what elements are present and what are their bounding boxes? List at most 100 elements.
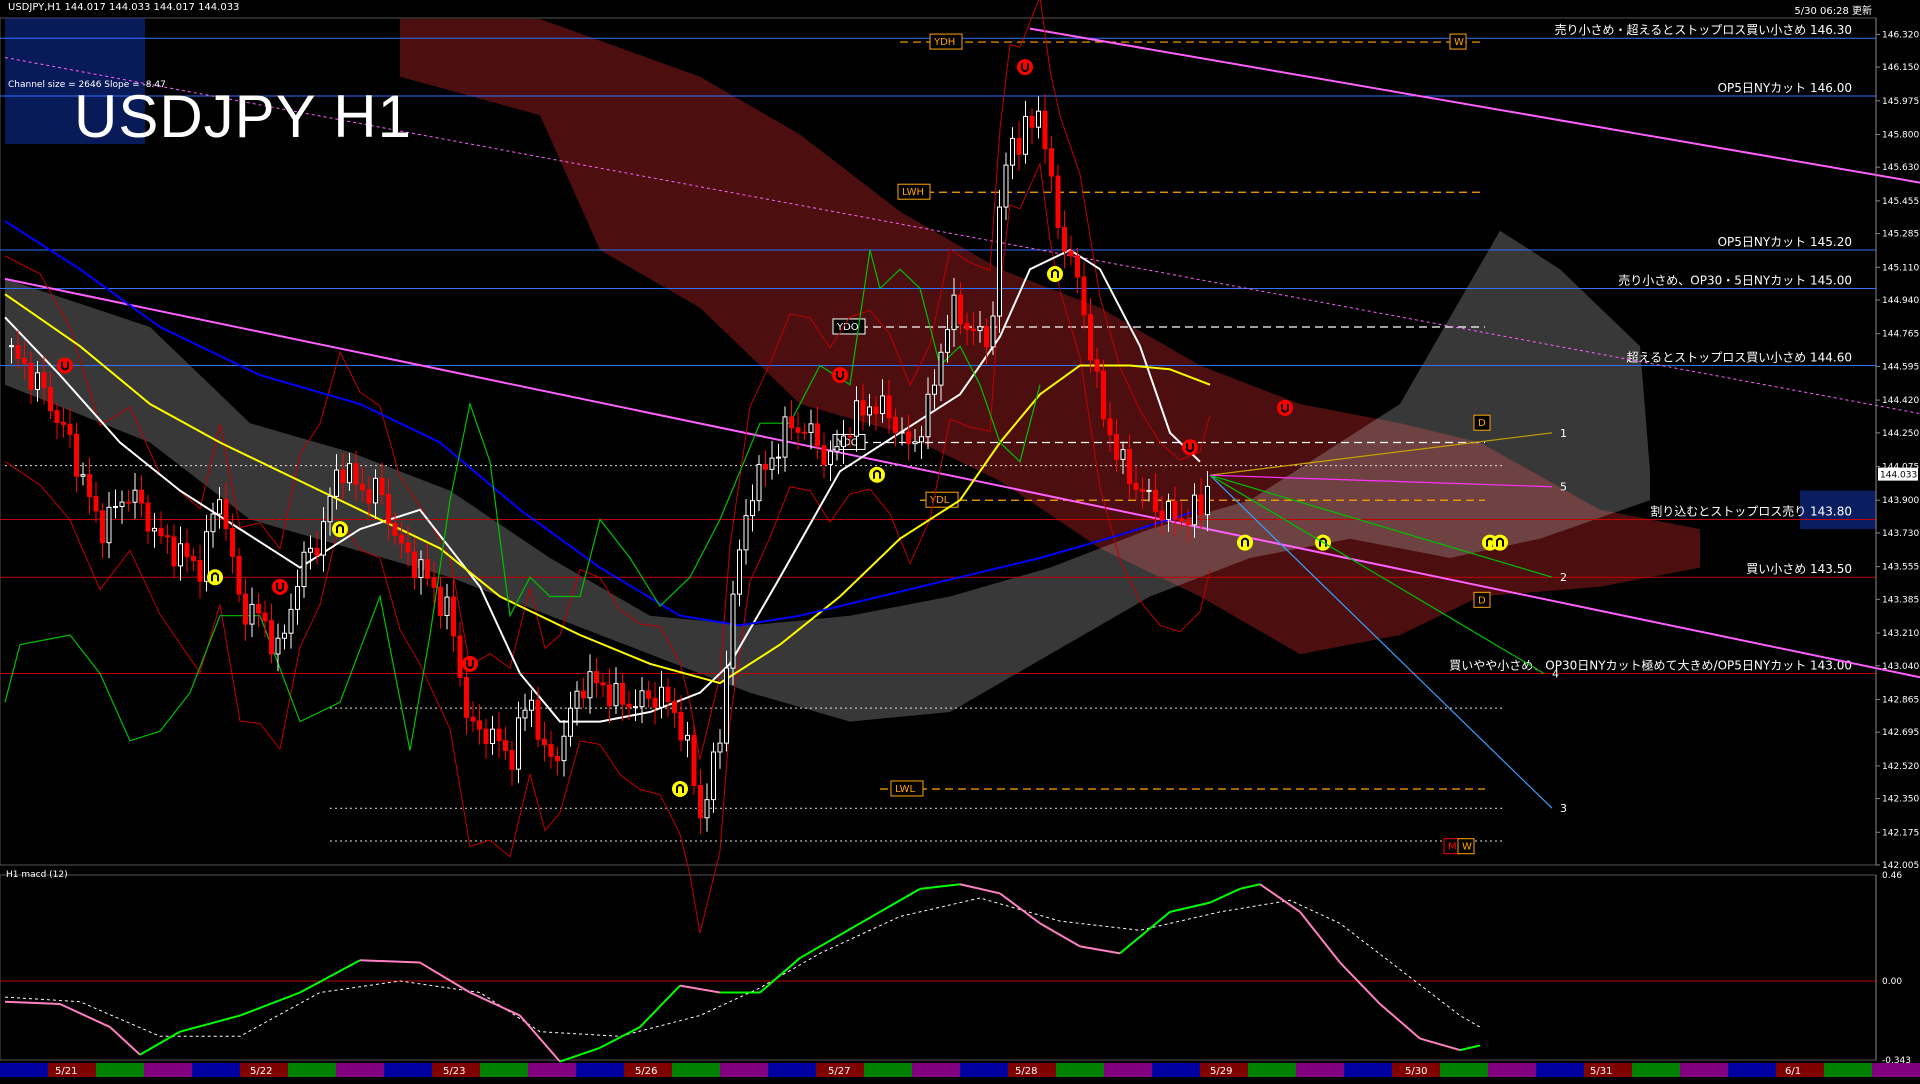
fractal-up-marker [1047, 266, 1063, 283]
candle-body [321, 521, 326, 556]
marker-tag-w-10: W [1462, 842, 1472, 853]
macd-segment [1299, 911, 1341, 964]
candle-body [503, 740, 508, 751]
candle-body [821, 445, 827, 465]
date-label-5-27: 5/27 [828, 1066, 850, 1077]
price-tick-label: 145.285 [1882, 230, 1919, 240]
candle-body [119, 501, 125, 508]
macd-segment [639, 984, 681, 1028]
date-label-5-21: 5/21 [55, 1066, 77, 1077]
candle-body [67, 423, 73, 435]
candle-body [860, 400, 866, 416]
candle-body [1114, 434, 1119, 460]
candle-body [899, 431, 905, 434]
price-tick-label: 145.455 [1882, 197, 1919, 207]
candle-body [1205, 485, 1210, 516]
candle-body [392, 522, 398, 536]
candle-body [386, 494, 391, 524]
candle-body [1198, 494, 1204, 516]
candle-body [600, 682, 606, 686]
candle-body [795, 427, 801, 433]
candle-body [347, 463, 352, 484]
fractal-down-marker [1017, 59, 1033, 76]
candle-body [139, 489, 144, 504]
candle-body [41, 372, 47, 388]
date-label-5-28: 5/28 [1015, 1066, 1037, 1077]
fractal-up-marker [1492, 534, 1508, 551]
candle-body [1133, 482, 1139, 490]
date-strip-block [1104, 1063, 1152, 1077]
candle-body [1081, 276, 1087, 316]
chart-root: 売り小さめ・超えるとストップロス買い小さめ 146.30 OP5日NYカット 14… [0, 0, 1920, 1080]
fractal-up-marker [672, 780, 688, 797]
candle-body [1179, 518, 1184, 522]
candle-body [561, 735, 567, 762]
candle-body [665, 686, 671, 702]
candle-body [1120, 449, 1126, 460]
candle-body [594, 671, 599, 684]
macd-segment [859, 887, 921, 925]
macd-segment [919, 883, 961, 890]
candle-body [301, 551, 307, 588]
candle-body [568, 707, 573, 737]
candle-body [919, 436, 924, 443]
candle-body [126, 501, 131, 504]
candle-body [197, 559, 203, 582]
candle-body [522, 709, 528, 719]
level-label-5: 割り込むとストップロス売り 143.80 [1650, 503, 1852, 518]
fractal-up-marker [332, 521, 348, 538]
marker-tag-ydo-3: YDO [836, 322, 859, 333]
candle-body [1159, 510, 1165, 521]
candle-body [711, 751, 716, 801]
fractal-up-marker [1237, 534, 1253, 551]
macd-segment [299, 959, 361, 994]
candle-body [574, 690, 580, 709]
candle-body [1016, 137, 1022, 155]
price-tick-label: 144.940 [1882, 296, 1919, 306]
price-chart: 売り小さめ・超えるとストップロス買い小さめ 146.30 OP5日NYカット 14… [0, 0, 1920, 1077]
trendline-upper-channel [1029, 27, 1920, 184]
fractal-down-marker [1277, 399, 1293, 416]
candle-body [373, 477, 378, 504]
marker-tag-lwl-8: LWL [895, 784, 916, 795]
symbol-info: USDJPY,H1 144.017 144.033 144.017 144.03… [8, 2, 240, 13]
date-label-5-29: 5/29 [1210, 1066, 1232, 1077]
date-strip-block [1872, 1063, 1920, 1077]
candle-body [626, 703, 632, 708]
candle-body [698, 784, 703, 819]
macd-segment [1209, 887, 1241, 904]
marker-tag-m-9: M [1448, 842, 1457, 853]
macd-segment [799, 922, 861, 959]
candle-body [730, 593, 736, 669]
macd-segment [679, 984, 721, 994]
marker-tag-ydh-0: YDH [933, 37, 955, 48]
candle-body [1166, 500, 1171, 521]
date-strip-block [960, 1063, 1008, 1077]
date-strip-block [864, 1063, 912, 1077]
candle-body [535, 699, 541, 740]
candle-body [880, 395, 885, 415]
candle-body [165, 535, 170, 538]
candle-body [1003, 164, 1009, 208]
candle-body [1055, 175, 1061, 228]
candle-body [691, 734, 697, 786]
macd-segment [1169, 901, 1211, 913]
candle-body [724, 667, 729, 744]
candle-body [1172, 500, 1178, 520]
price-tick-label: 142.005 [1882, 861, 1919, 871]
marker-tag-w-1: W [1454, 37, 1464, 48]
marker-tag-lwh-2: LWH [902, 187, 924, 198]
candle-body [990, 315, 996, 348]
date-strip-block [144, 1063, 192, 1077]
macd-segment [999, 892, 1041, 925]
candle-body [74, 433, 79, 477]
candle-body [431, 577, 437, 588]
price-tick-label: 145.630 [1882, 163, 1919, 173]
candle-body [763, 463, 768, 470]
candle-body [756, 463, 762, 502]
price-tick-label: 146.150 [1882, 63, 1919, 73]
candle-body [223, 499, 229, 530]
price-tick-label: 145.975 [1882, 97, 1919, 107]
date-strip-block [720, 1063, 768, 1077]
candle-body [958, 294, 963, 325]
